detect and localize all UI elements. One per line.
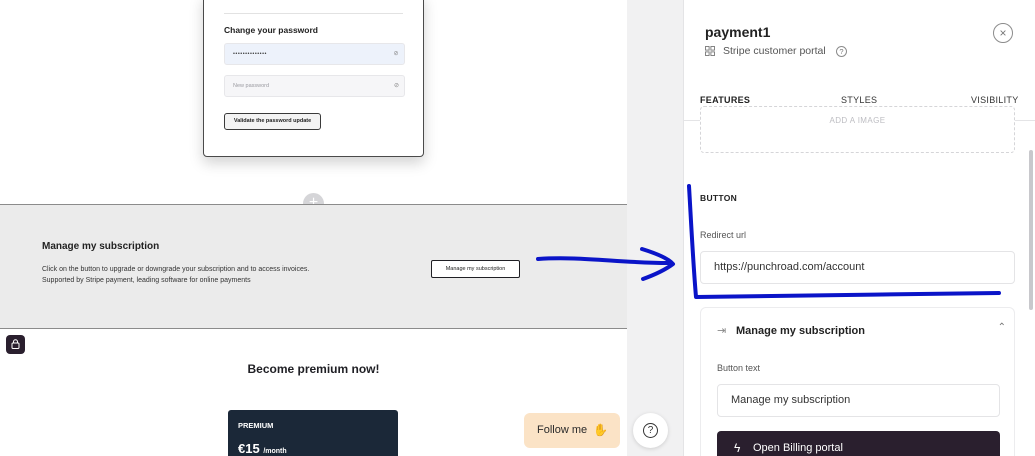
new-password-field[interactable]: New password ⊘ bbox=[224, 75, 405, 97]
subscription-section[interactable]: Manage my subscription Click on the butt… bbox=[0, 204, 627, 329]
current-password-field[interactable]: •••••••••••••• ⊘ bbox=[224, 43, 405, 65]
price-amount: €15 bbox=[238, 441, 260, 456]
panel-scrollbar[interactable] bbox=[1029, 150, 1033, 310]
change-password-title: Change your password bbox=[224, 25, 318, 35]
tab-features[interactable]: FEATURES bbox=[700, 95, 750, 105]
lock-icon[interactable] bbox=[6, 335, 25, 354]
follow-me-label: Follow me bbox=[537, 424, 588, 436]
panel-title: payment1 bbox=[705, 24, 771, 40]
add-image-box[interactable]: ADD A IMAGE bbox=[700, 106, 1015, 153]
price-unit: /month bbox=[263, 448, 287, 455]
subscription-card-title: Manage my subscription bbox=[736, 325, 865, 337]
settings-panel: payment1 Stripe customer portal ? × FEAT… bbox=[683, 0, 1035, 456]
change-password-card: Change your password •••••••••••••• ⊘ Ne… bbox=[203, 0, 424, 157]
premium-price-card: PREMIUM €15 /month bbox=[228, 410, 398, 456]
waving-hand-icon: ✋ bbox=[593, 423, 608, 437]
app-root: Change your password •••••••••••••• ⊘ Ne… bbox=[0, 0, 1035, 456]
tab-styles[interactable]: STYLES bbox=[841, 95, 877, 105]
arrow-right-to-line-icon: ⇥ bbox=[717, 325, 727, 337]
canvas-gutter bbox=[627, 0, 683, 456]
eye-off-icon[interactable]: ⊘ bbox=[393, 44, 399, 64]
redirect-url-input[interactable]: https://punchroad.com/account bbox=[700, 251, 1015, 284]
open-billing-portal-button[interactable]: ϟ Open Billing portal bbox=[717, 431, 1000, 456]
button-text-input[interactable]: Manage my subscription bbox=[717, 384, 1000, 417]
button-section-label: BUTTON bbox=[700, 193, 738, 203]
help-icon: ? bbox=[643, 423, 658, 439]
tab-visibility[interactable]: VISIBILITY bbox=[971, 95, 1019, 105]
lightning-icon: ϟ bbox=[734, 441, 741, 455]
billing-button-label: Open Billing portal bbox=[753, 442, 843, 454]
card-divider bbox=[224, 13, 403, 14]
subscription-settings-card: ⇥ Manage my subscription ⌃ Button text M… bbox=[700, 307, 1015, 456]
button-text-label: Button text bbox=[717, 363, 761, 373]
premium-heading: Become premium now! bbox=[247, 362, 380, 376]
current-password-value: •••••••••••••• bbox=[233, 51, 267, 57]
new-password-placeholder: New password bbox=[233, 83, 270, 89]
eye-off-icon[interactable]: ⊘ bbox=[394, 76, 399, 96]
follow-me-button[interactable]: Follow me ✋ bbox=[524, 413, 620, 448]
chevron-up-icon[interactable]: ⌃ bbox=[998, 322, 1006, 333]
manage-subscription-button[interactable]: Manage my subscription bbox=[431, 260, 520, 278]
grid-icon bbox=[705, 46, 715, 56]
redirect-url-label: Redirect url bbox=[700, 230, 747, 240]
info-icon[interactable]: ? bbox=[836, 46, 847, 57]
subscription-title: Manage my subscription bbox=[42, 241, 160, 252]
panel-subtitle: Stripe customer portal bbox=[723, 45, 826, 57]
help-button[interactable]: ? bbox=[633, 413, 668, 448]
validate-password-button[interactable]: Validate the password update bbox=[224, 113, 321, 130]
premium-price: €15 /month bbox=[238, 441, 287, 456]
subscription-description-line: Supported by Stripe payment, leading sof… bbox=[42, 277, 251, 284]
subscription-description: Click on the button to upgrade or downgr… bbox=[42, 264, 382, 286]
page-canvas: Change your password •••••••••••••• ⊘ Ne… bbox=[0, 0, 627, 456]
premium-label: PREMIUM bbox=[238, 421, 274, 430]
add-image-label: ADD A IMAGE bbox=[829, 116, 886, 125]
subscription-description-line: Click on the button to upgrade or downgr… bbox=[42, 266, 310, 273]
close-icon[interactable]: × bbox=[993, 23, 1013, 43]
